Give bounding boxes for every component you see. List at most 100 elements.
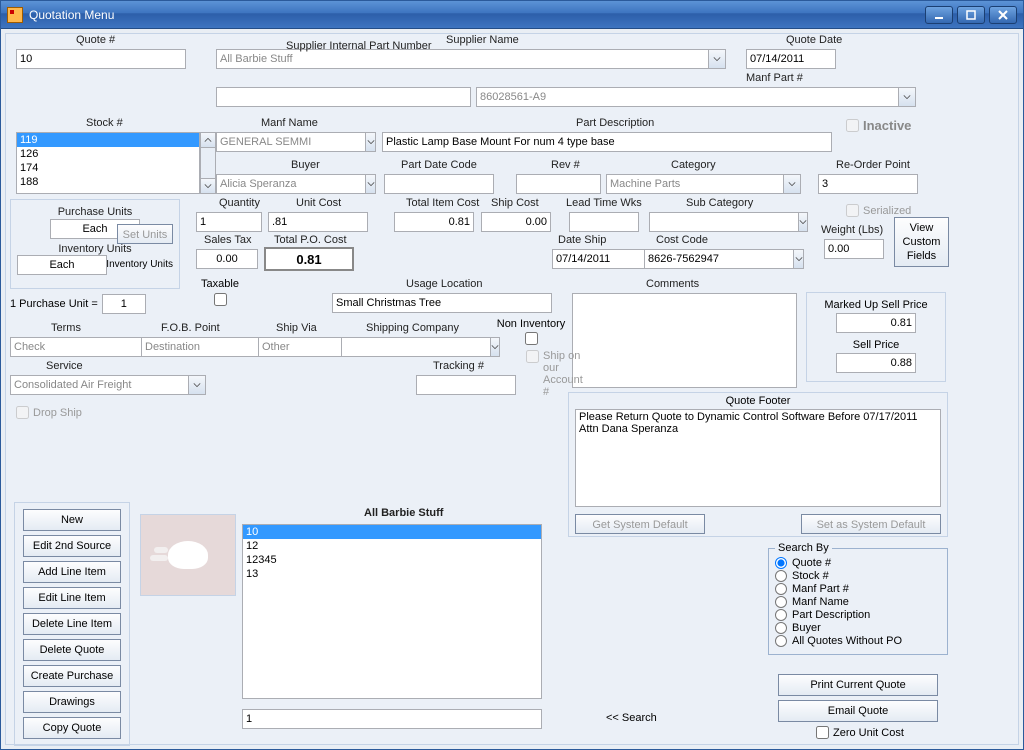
chevron-down-icon[interactable]	[708, 49, 726, 69]
search-input[interactable]	[242, 709, 542, 729]
radio-input[interactable]	[775, 596, 787, 608]
lead-time-input[interactable]	[569, 212, 639, 232]
search-by-option[interactable]: Manf Part #	[775, 583, 941, 595]
edit-2nd-source-button[interactable]: Edit 2nd Source	[23, 535, 121, 557]
set-default-button[interactable]: Set as System Default	[801, 514, 941, 534]
list-item[interactable]: 119	[17, 133, 199, 147]
create-purchase-button[interactable]: Create Purchase	[23, 665, 121, 687]
search-by-option[interactable]: Stock #	[775, 570, 941, 582]
inventory-units-input[interactable]	[17, 255, 107, 275]
sup-int-part-input[interactable]	[216, 87, 471, 107]
print-quote-button[interactable]: Print Current Quote	[778, 674, 938, 696]
terms-dropdown[interactable]	[10, 337, 159, 357]
usage-input[interactable]	[332, 293, 552, 313]
serialized-checkbox	[846, 204, 859, 217]
noninv-checkbox[interactable]	[525, 332, 538, 345]
quote-listbox[interactable]: 10 12 12345 13	[242, 524, 542, 699]
list-item[interactable]: 12	[243, 539, 541, 553]
close-button[interactable]	[989, 6, 1017, 24]
manf-part-label: Manf Part #	[746, 72, 803, 84]
chevron-down-icon[interactable]	[793, 249, 804, 269]
delete-quote-button[interactable]: Delete Quote	[23, 639, 121, 661]
add-line-item-button[interactable]: Add Line Item	[23, 561, 121, 583]
maximize-button[interactable]	[957, 6, 985, 24]
stock-listbox[interactable]: 119 126 174 188	[16, 132, 200, 194]
search-by-option[interactable]: All Quotes Without PO	[775, 635, 941, 647]
radio-input[interactable]	[775, 609, 787, 621]
subcat-dropdown[interactable]	[649, 212, 798, 232]
buyer-dropdown[interactable]	[216, 174, 365, 194]
edit-line-item-button[interactable]: Edit Line Item	[23, 587, 121, 609]
radio-input[interactable]	[775, 583, 787, 595]
comments-textarea[interactable]	[572, 293, 797, 388]
chevron-down-icon[interactable]	[798, 212, 808, 232]
quantity-input[interactable]	[196, 212, 262, 232]
chevron-down-icon[interactable]	[365, 174, 376, 194]
part-desc-input[interactable]	[382, 132, 832, 152]
subcat-label: Sub Category	[686, 197, 753, 209]
quote-num-input[interactable]	[16, 49, 186, 69]
ship-cost-input[interactable]	[481, 212, 551, 232]
set-units-button[interactable]: Set Units	[117, 224, 173, 244]
get-default-button[interactable]: Get System Default	[575, 514, 705, 534]
list-item[interactable]: 10	[243, 525, 541, 539]
quote-date-input[interactable]	[746, 49, 836, 69]
email-quote-button[interactable]: Email Quote	[778, 700, 938, 722]
shipvia-label: Ship Via	[276, 322, 317, 334]
list-item[interactable]: 13	[243, 567, 541, 581]
scroll-up-icon[interactable]	[200, 132, 216, 148]
stock-label: Stock #	[86, 117, 123, 129]
view-custom-fields-button[interactable]: View Custom Fields	[894, 217, 949, 267]
search-by-option[interactable]: Quote #	[775, 557, 941, 569]
sales-tax-label: Sales Tax	[204, 234, 252, 246]
radio-label: All Quotes Without PO	[792, 635, 902, 647]
footer-label: Quote Footer	[575, 395, 941, 407]
new-button[interactable]: New	[23, 509, 121, 531]
list-item[interactable]: 126	[17, 147, 199, 161]
cost-code-dropdown[interactable]	[644, 249, 793, 269]
search-by-option[interactable]: Part Description	[775, 609, 941, 621]
supplier-name-dropdown[interactable]	[216, 49, 708, 69]
chevron-down-icon[interactable]	[783, 174, 801, 194]
total-po-input[interactable]	[264, 247, 354, 271]
markup-input[interactable]	[836, 313, 916, 333]
radio-input[interactable]	[775, 557, 787, 569]
shipon-checkbox	[526, 350, 539, 363]
manf-part-dropdown[interactable]	[476, 87, 898, 107]
rev-input[interactable]	[516, 174, 601, 194]
weight-input[interactable]	[824, 239, 884, 259]
list-item[interactable]: 188	[17, 175, 199, 189]
radio-input[interactable]	[775, 570, 787, 582]
part-date-input[interactable]	[384, 174, 494, 194]
taxable-checkbox[interactable]	[214, 293, 227, 306]
search-by-option[interactable]: Buyer	[775, 622, 941, 634]
copy-quote-button[interactable]: Copy Quote	[23, 717, 121, 739]
search-by-option[interactable]: Manf Name	[775, 596, 941, 608]
chevron-down-icon[interactable]	[898, 87, 916, 107]
radio-input[interactable]	[775, 622, 787, 634]
reorder-input[interactable]	[818, 174, 918, 194]
zero-unit-cost-checkbox[interactable]	[816, 726, 829, 739]
category-dropdown[interactable]	[606, 174, 783, 194]
search-button[interactable]: << Search	[606, 712, 657, 724]
unit-cost-input[interactable]	[268, 212, 368, 232]
sell-input[interactable]	[836, 353, 916, 373]
chevron-down-icon[interactable]	[365, 132, 376, 152]
shipco-dropdown[interactable]	[341, 337, 490, 357]
minimize-button[interactable]	[925, 6, 953, 24]
service-dropdown[interactable]	[10, 375, 188, 395]
purchase-unit-eq-input[interactable]	[102, 294, 146, 314]
list-item[interactable]: 12345	[243, 553, 541, 567]
total-item-input[interactable]	[394, 212, 474, 232]
delete-line-item-button[interactable]: Delete Line Item	[23, 613, 121, 635]
sales-tax-input[interactable]	[196, 249, 258, 269]
dropship-label: Drop Ship	[33, 407, 82, 419]
chevron-down-icon[interactable]	[188, 375, 206, 395]
footer-textarea[interactable]: Please Return Quote to Dynamic Control S…	[575, 409, 941, 507]
tracking-input[interactable]	[416, 375, 516, 395]
scroll-down-icon[interactable]	[200, 178, 216, 194]
list-item[interactable]: 174	[17, 161, 199, 175]
manf-name-dropdown[interactable]	[216, 132, 365, 152]
radio-input[interactable]	[775, 635, 787, 647]
drawings-button[interactable]: Drawings	[23, 691, 121, 713]
